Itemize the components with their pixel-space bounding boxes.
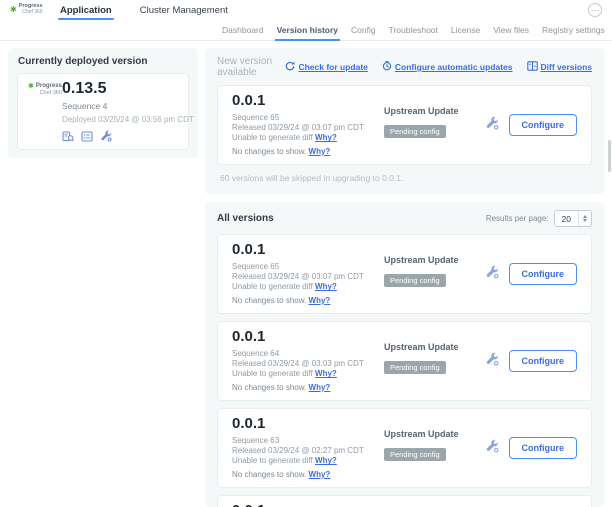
deployed-version-number: 0.13.5 <box>62 81 194 97</box>
tab-application[interactable]: Application <box>58 0 114 20</box>
app-logo-mark-icon: ✱ <box>28 83 34 90</box>
version-number: 0.0.1 <box>232 503 384 507</box>
scrollbar-thumb[interactable] <box>608 140 611 172</box>
config-list-icon[interactable] <box>81 131 93 142</box>
edit-config-wrench-icon[interactable] <box>485 439 499 458</box>
status-badge: Pending config <box>384 448 446 461</box>
diff-why-link[interactable]: Why? <box>315 369 337 378</box>
results-per-page-select[interactable]: 20 <box>554 210 592 227</box>
version-released: Released 03/29/24 @ 03:07 pm CDT <box>232 272 384 282</box>
status-badge: Pending config <box>384 125 446 138</box>
version-card: 0.0.1 Sequence 62 Released 03/29/24 @ 02… <box>217 495 592 507</box>
subnav-item-registry-settings[interactable]: Registry settings <box>542 20 605 40</box>
version-number: 0.0.1 <box>232 93 384 110</box>
stepper-arrows-icon <box>578 211 591 226</box>
new-version-section: New version available Check for update C… <box>205 48 604 194</box>
configure-automatic-updates-link[interactable]: Configure automatic updates <box>382 61 513 73</box>
skipped-versions-note: 60 versions will be skipped in upgrading… <box>220 173 592 183</box>
diff-versions-link[interactable]: Diff versions <box>527 61 593 73</box>
brand-mark-icon: ✱ <box>10 6 17 14</box>
changes-note: No changes to show. <box>232 296 306 305</box>
diff-why-link[interactable]: Why? <box>315 133 337 142</box>
diff-note: Unable to generate diff <box>232 282 313 291</box>
changes-why-link[interactable]: Why? <box>309 383 331 392</box>
changes-note: No changes to show. <box>232 383 306 392</box>
wrench-icon[interactable] <box>100 130 112 142</box>
version-number: 0.0.1 <box>232 416 384 433</box>
subnav-item-dashboard[interactable]: Dashboard <box>222 20 264 40</box>
deployed-version-card: ✱ Progress Chef 360 0.13.5 Sequence 4 De… <box>17 73 189 150</box>
version-source: Upstream Update <box>384 342 485 352</box>
version-source: Upstream Update <box>384 429 485 439</box>
deployed-sequence: Sequence 4 <box>62 101 194 111</box>
subnav-item-license[interactable]: License <box>451 20 480 40</box>
overflow-menu-button[interactable]: ⋯ <box>588 3 602 17</box>
diff-note: Unable to generate diff <box>232 369 313 378</box>
changes-note: No changes to show. <box>232 147 306 156</box>
diff-why-link[interactable]: Why? <box>315 282 337 291</box>
diff-note: Unable to generate diff <box>232 133 313 142</box>
app-logo-name: Progress <box>36 83 62 90</box>
version-number: 0.0.1 <box>232 242 384 259</box>
version-number: 0.0.1 <box>232 329 384 346</box>
tab-cluster-management[interactable]: Cluster Management <box>138 0 230 20</box>
brand-product: Chef 360 <box>19 10 43 15</box>
configure-button[interactable]: Configure <box>509 437 578 459</box>
main-content: New version available Check for update C… <box>205 48 604 507</box>
brand-logo: ✱ Progress Chef 360 <box>10 4 44 15</box>
app-logo: ✱ Progress Chef 360 <box>28 83 55 142</box>
diff-icon <box>527 61 538 73</box>
version-source: Upstream Update <box>384 255 485 265</box>
subnav-item-config[interactable]: Config <box>351 20 376 40</box>
status-badge: Pending config <box>384 274 446 287</box>
results-per-page-label: Results per page: <box>486 214 549 223</box>
diff-file-icon[interactable] <box>62 131 74 142</box>
version-sequence: Sequence 65 <box>232 113 384 123</box>
subnav-item-view-files[interactable]: View files <box>493 20 529 40</box>
diff-why-link[interactable]: Why? <box>315 456 337 465</box>
check-for-update-link[interactable]: Check for update <box>285 61 367 73</box>
version-sequence: Sequence 64 <box>232 349 384 359</box>
diff-note: Unable to generate diff <box>232 456 313 465</box>
version-sequence: Sequence 65 <box>232 262 384 272</box>
all-versions-heading: All versions <box>217 213 274 224</box>
subnav-item-troubleshoot[interactable]: Troubleshoot <box>389 20 438 40</box>
new-version-card: 0.0.1 Sequence 65 Released 03/29/24 @ 03… <box>217 85 592 165</box>
app-logo-product: Chef 360 <box>36 90 62 96</box>
currently-deployed-heading: Currently deployed version <box>18 56 189 67</box>
changes-why-link[interactable]: Why? <box>309 147 331 156</box>
changes-why-link[interactable]: Why? <box>309 470 331 479</box>
version-source: Upstream Update <box>384 106 485 116</box>
changes-why-link[interactable]: Why? <box>309 296 331 305</box>
new-version-heading: New version available <box>217 56 285 78</box>
edit-config-wrench-icon[interactable] <box>485 116 499 135</box>
edit-config-wrench-icon[interactable] <box>485 265 499 284</box>
version-released: Released 03/29/24 @ 03:03 pm CDT <box>232 359 384 369</box>
subnav-item-version-history[interactable]: Version history <box>277 20 338 40</box>
version-released: Released 03/29/24 @ 03:07 pm CDT <box>232 123 384 133</box>
currently-deployed-panel: Currently deployed version ✱ Progress Ch… <box>8 48 198 158</box>
version-card: 0.0.1 Sequence 63 Released 03/29/24 @ 02… <box>217 408 592 488</box>
version-card: 0.0.1 Sequence 65 Released 03/29/24 @ 03… <box>217 234 592 314</box>
all-versions-section: All versions Results per page: 20 0.0.1 … <box>205 202 604 507</box>
app-subnav: Dashboard Version history Config Trouble… <box>0 20 612 41</box>
edit-config-wrench-icon[interactable] <box>485 352 499 371</box>
version-card: 0.0.1 Sequence 64 Released 03/29/24 @ 03… <box>217 321 592 401</box>
admin-console-page: ✱ Progress Chef 360 Application Cluster … <box>0 0 612 507</box>
auto-update-icon <box>382 61 392 73</box>
configure-button[interactable]: Configure <box>509 350 578 372</box>
ellipsis-icon: ⋯ <box>591 6 600 15</box>
version-sequence: Sequence 63 <box>232 436 384 446</box>
configure-button[interactable]: Configure <box>509 114 578 136</box>
top-tabs: Application Cluster Management <box>58 0 230 20</box>
refresh-icon <box>285 61 295 73</box>
version-released: Released 03/29/24 @ 02:27 pm CDT <box>232 446 384 456</box>
deployed-timestamp: Deployed 03/25/24 @ 03:56 pm CDT <box>62 115 194 124</box>
top-bar: ✱ Progress Chef 360 Application Cluster … <box>0 0 612 20</box>
changes-note: No changes to show. <box>232 470 306 479</box>
configure-button[interactable]: Configure <box>509 263 578 285</box>
results-per-page-value: 20 <box>555 211 578 226</box>
status-badge: Pending config <box>384 361 446 374</box>
